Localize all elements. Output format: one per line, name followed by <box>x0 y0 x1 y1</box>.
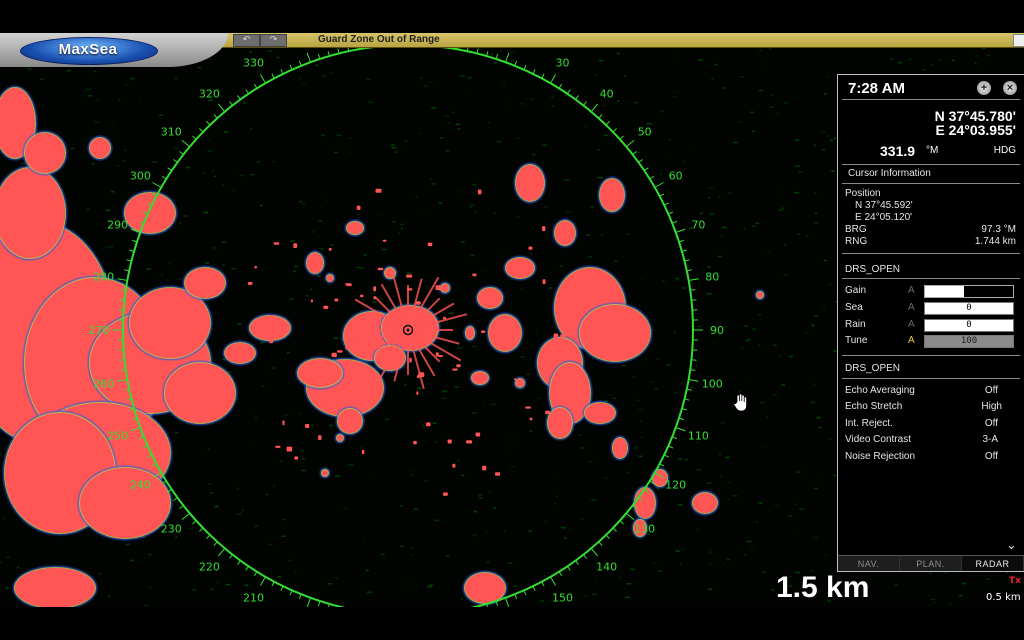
video-contrast-value[interactable]: 3-A <box>982 434 998 445</box>
rain-value: 0 <box>966 320 972 330</box>
radar-side-panel: 7:28 AM + × N 37°45.780' E 24°03.955' 33… <box>837 74 1024 572</box>
bearing-label: 320 <box>199 87 220 100</box>
bearing-label: 310 <box>161 125 182 138</box>
tab-nav[interactable]: NAV. <box>838 555 900 571</box>
bearing-label: 40 <box>600 87 614 100</box>
tune-value: 100 <box>960 336 978 346</box>
bearing-label: 100 <box>702 378 723 391</box>
cursor-section-title: Cursor Information <box>848 168 931 179</box>
undo-icon[interactable]: ↶ <box>233 34 260 47</box>
int-reject-label: Int. Reject. <box>845 418 893 429</box>
bearing-label: 120 <box>665 479 686 492</box>
radar-name-2: DRS_OPEN <box>845 363 901 374</box>
bearing-label: 220 <box>199 561 220 574</box>
rain-label: Rain <box>845 319 866 330</box>
bearing-label: 290 <box>107 218 128 231</box>
sea-label: Sea <box>845 302 863 313</box>
bearing-label: 50 <box>638 125 652 138</box>
rng-label: RNG <box>845 236 868 247</box>
noise-rejection-value[interactable]: Off <box>985 451 998 462</box>
echo-stretch-label: Echo Stretch <box>845 401 903 412</box>
bearing-label: 150 <box>552 592 573 605</box>
sea-slider[interactable]: 0 <box>924 302 1014 315</box>
tune-label: Tune <box>845 335 868 346</box>
sea-auto-toggle[interactable]: A <box>908 302 915 313</box>
rain-slider[interactable]: 0 <box>924 319 1014 332</box>
bearing-label: 70 <box>691 218 705 231</box>
tab-radar[interactable]: RADAR <box>962 555 1024 571</box>
bearing-label: 270 <box>89 324 110 337</box>
bearing-label: 280 <box>93 270 114 283</box>
bearing-label: 240 <box>130 479 151 492</box>
own-ship-longitude: E 24°03.955' <box>935 122 1016 138</box>
cursor-latitude: N 37°45.592' <box>855 200 913 211</box>
transmit-status: Tx <box>1009 576 1021 586</box>
noise-rejection-label: Noise Rejection <box>845 451 916 462</box>
bearing-label: 130 <box>634 523 655 536</box>
tune-auto-toggle[interactable]: A <box>908 335 915 346</box>
position-label: Position <box>845 188 881 199</box>
chevron-down-icon[interactable]: ⌄ <box>1006 538 1017 553</box>
echo-averaging-label: Echo Averaging <box>845 385 915 396</box>
hand-cursor-icon <box>733 393 747 412</box>
heading-label: HDG <box>993 145 1016 156</box>
redo-icon[interactable]: ↷ <box>260 34 287 47</box>
bearing-label: 210 <box>243 592 264 605</box>
gain-value: 66 <box>963 286 975 296</box>
brg-label: BRG <box>845 224 867 235</box>
rng-value: 1.744 km <box>974 236 1016 247</box>
gain-slider[interactable]: 66 <box>924 285 1014 298</box>
close-icon[interactable]: × <box>1003 81 1017 95</box>
tune-slider[interactable]: 100 <box>924 335 1014 348</box>
brg-value: 97.3 °M <box>981 224 1016 235</box>
bearing-label: 140 <box>596 561 617 574</box>
heading-value: 331.9 <box>880 143 916 159</box>
int-reject-value[interactable]: Off <box>985 418 998 429</box>
logo-text: MaxSea <box>58 41 118 58</box>
bearing-label: 250 <box>107 430 128 443</box>
bearing-label: 110 <box>688 430 709 443</box>
bottom-letterbox <box>0 607 1024 640</box>
range-scale-label: 1.5 km <box>776 571 870 604</box>
echo-averaging-value[interactable]: Off <box>985 385 998 396</box>
clock: 7:28 AM <box>848 80 905 97</box>
bearing-label: 260 <box>93 378 114 391</box>
top-letterbox <box>0 0 1024 33</box>
ring-interval-label: 0.5 km <box>986 592 1021 603</box>
tab-plan[interactable]: PLAN. <box>900 555 962 571</box>
add-icon[interactable]: + <box>977 81 991 95</box>
gain-label: Gain <box>845 285 867 296</box>
bearing-label: 90 <box>710 324 724 337</box>
bearing-label: 300 <box>130 170 151 183</box>
bearing-label: 80 <box>705 270 719 283</box>
bearing-label: 330 <box>243 56 264 69</box>
video-contrast-label: Video Contrast <box>845 434 911 445</box>
cursor-longitude: E 24°05.120' <box>855 212 913 223</box>
bearing-label: 30 <box>556 56 570 69</box>
radar-name: DRS_OPEN <box>845 264 901 275</box>
bearing-label: 230 <box>161 523 182 536</box>
panel-tabs: NAV. PLAN. RADAR <box>838 555 1024 571</box>
window-control-icon[interactable] <box>1013 34 1024 47</box>
status-message: Guard Zone Out of Range <box>318 34 440 45</box>
echo-stretch-value[interactable]: High <box>981 401 1002 412</box>
bearing-label: 60 <box>669 170 683 183</box>
heading-unit: °M <box>926 145 939 156</box>
gain-auto-toggle[interactable]: A <box>908 285 915 296</box>
sea-value: 0 <box>966 303 972 313</box>
rain-auto-toggle[interactable]: A <box>908 319 915 330</box>
